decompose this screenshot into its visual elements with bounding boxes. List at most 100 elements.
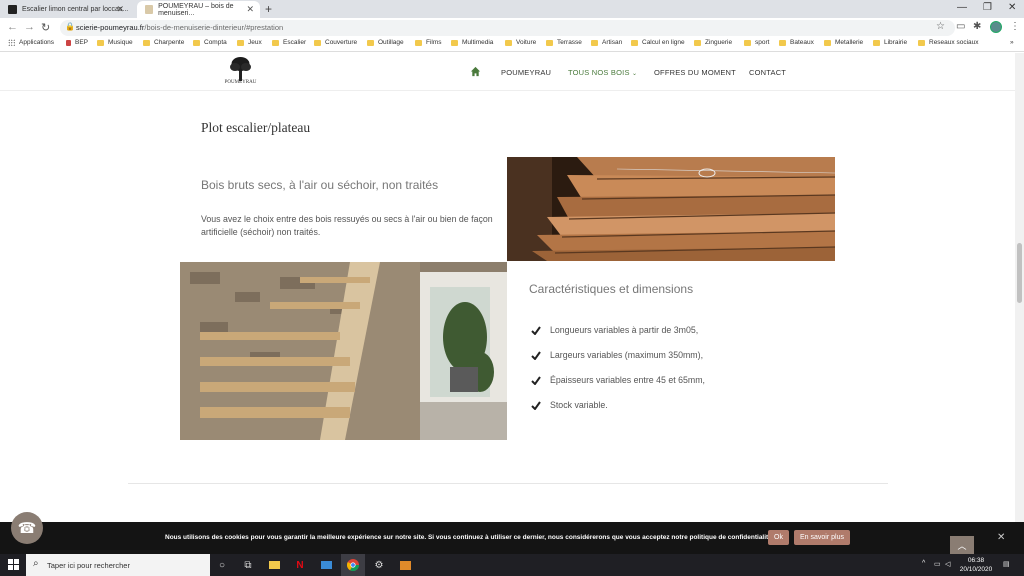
steam-icon[interactable]: ⚙ <box>371 557 387 573</box>
check-icon <box>531 325 541 335</box>
more-bookmarks-icon[interactable]: » <box>1010 39 1014 46</box>
scrollbar-thumb[interactable] <box>1017 243 1022 303</box>
bookmark-item[interactable]: Couverture <box>314 39 357 46</box>
bookmark-item[interactable]: sport <box>744 39 769 46</box>
site-favicon-icon <box>8 5 17 14</box>
lock-icon: 🔒 <box>65 22 75 31</box>
bookmarks-bar: Applications BEP Musique Charpente Compt… <box>0 38 1024 52</box>
divider <box>128 483 888 484</box>
bookmark-item[interactable]: Zinguerie <box>694 39 732 46</box>
bookmark-item[interactable]: Multimedia <box>451 39 493 46</box>
task-view-icon[interactable]: ⧉ <box>240 557 256 573</box>
reload-icon[interactable]: ↻ <box>41 21 50 34</box>
new-tab-icon[interactable]: + <box>265 2 272 16</box>
avatar[interactable] <box>990 21 1002 33</box>
address-bar: ← → ↻ 🔒 scierie-poumeyrau.fr/bois-de-men… <box>0 18 1024 38</box>
netflix-icon[interactable]: N <box>292 557 308 573</box>
minimize-icon[interactable]: — <box>957 2 967 13</box>
check-icon <box>531 350 541 360</box>
bookmark-item[interactable]: Charpente <box>143 39 184 46</box>
bookmark-label: Musique <box>108 39 133 46</box>
url-input[interactable]: 🔒 scierie-poumeyrau.fr/bois-de-menuiseri… <box>60 20 955 36</box>
home-icon[interactable] <box>470 66 481 77</box>
nav-tous-nos-bois[interactable]: TOUS NOS BOIS ⌄ <box>568 68 637 77</box>
folder-icon <box>193 39 200 46</box>
list-item: Largeurs variables (maximum 350mm), <box>531 350 703 360</box>
cookie-more-button[interactable]: En savoir plus <box>794 530 850 545</box>
tab-escalier[interactable]: Escalier limon central par loccas... ✕ <box>0 1 130 18</box>
bookmark-label: Calcul en ligne <box>642 39 685 46</box>
close-icon[interactable]: ✕ <box>997 532 1005 543</box>
bookmark-item[interactable]: Bateaux <box>779 39 814 46</box>
page-title: Plot escalier/plateau <box>201 120 311 135</box>
menu-dots-icon[interactable]: ⋮ <box>1010 21 1020 32</box>
notification-icon[interactable]: ▤ <box>1003 560 1010 568</box>
tab-poumeyrau[interactable]: POUMEYRAU – bois de menuiseri... ✕ <box>137 1 260 18</box>
folder-icon <box>97 39 104 46</box>
section-subtitle: Bois bruts secs, à l'air ou séchoir, non… <box>201 178 439 192</box>
site-favicon-icon <box>145 5 154 14</box>
folder-icon <box>918 39 925 46</box>
nav-poumeyrau[interactable]: POUMEYRAU <box>501 68 551 77</box>
bookmark-label: sport <box>755 39 770 46</box>
tab-title: Escalier limon central par loccas... <box>22 6 129 13</box>
nav-offres[interactable]: OFFRES DU MOMENT <box>654 68 736 77</box>
close-icon[interactable]: ✕ <box>246 4 254 15</box>
page-scrollbar[interactable] <box>1015 53 1024 522</box>
bookmark-apps[interactable]: Applications <box>8 39 54 46</box>
phone-icon: ☎ <box>17 520 37 537</box>
phone-button[interactable]: ☎ <box>11 512 43 544</box>
list-item: Épaisseurs variables entre 45 et 65mm, <box>531 375 705 385</box>
taskbar-search-input[interactable]: ⌕ Taper ici pour rechercher <box>26 554 210 576</box>
bookmark-label: Applications <box>19 39 55 46</box>
check-icon <box>531 400 541 410</box>
close-window-icon[interactable]: ✕ <box>1008 2 1016 13</box>
site-header: POUMEYRAU POUMEYRAU TOUS NOS BOIS ⌄ OFFR… <box>0 53 1024 91</box>
bookmark-item[interactable]: Artisan <box>591 39 622 46</box>
close-icon[interactable]: ✕ <box>116 4 124 15</box>
nav-contact[interactable]: CONTACT <box>749 68 786 77</box>
bookmark-label: Escalier <box>283 39 307 46</box>
restore-icon[interactable]: ❐ <box>983 2 992 13</box>
volume-icon[interactable]: ◁ <box>945 560 950 568</box>
feature-text: Longueurs variables à partir de 3m05, <box>550 325 699 335</box>
bookmark-item[interactable]: Escalier <box>272 39 306 46</box>
folder-icon <box>367 39 374 46</box>
bookmark-item[interactable]: Films <box>415 39 442 46</box>
bookmark-item[interactable]: Reseaux sociaux <box>918 39 979 46</box>
bookmark-label: Zinguerie <box>705 39 733 46</box>
bookmark-label: Films <box>426 39 442 46</box>
back-icon[interactable]: ← <box>7 21 18 33</box>
bookmark-label: Compta <box>204 39 227 46</box>
chrome-icon[interactable] <box>345 557 361 573</box>
bookmark-item[interactable]: Metallerie <box>824 39 863 46</box>
star-icon[interactable]: ☆ <box>936 21 945 32</box>
bookmark-item[interactable]: Compta <box>193 39 227 46</box>
file-explorer-icon[interactable] <box>266 557 282 573</box>
network-icon[interactable]: ▭ <box>934 560 941 568</box>
bookmark-item[interactable]: Musique <box>97 39 133 46</box>
bookmark-item[interactable]: BEP <box>66 39 88 46</box>
mail-icon[interactable] <box>318 557 334 573</box>
scroll-top-button[interactable]: ︿ <box>950 536 974 554</box>
folder-icon <box>631 39 638 46</box>
tab-title: POUMEYRAU – bois de menuiseri... <box>158 2 234 17</box>
logo-text: POUMEYRAU <box>224 80 257 85</box>
puzzle-icon[interactable]: ✱ <box>973 21 981 32</box>
forward-icon[interactable]: → <box>24 21 35 33</box>
bookmark-item[interactable]: Voiture <box>505 39 536 46</box>
cortana-icon[interactable]: ○ <box>214 557 230 573</box>
logo[interactable]: POUMEYRAU <box>218 56 263 90</box>
bookmark-item[interactable]: Librairie <box>873 39 907 46</box>
app-icon[interactable] <box>397 557 413 573</box>
bookmark-item[interactable]: Outillage <box>367 39 404 46</box>
show-hidden-icons-icon[interactable]: ^ <box>922 560 925 567</box>
bookmark-item[interactable]: Calcul en ligne <box>631 39 685 46</box>
bookmark-label: Couverture <box>325 39 358 46</box>
extension-box-icon[interactable]: ▭ <box>956 21 965 32</box>
bookmark-item[interactable]: Jeux <box>237 39 262 46</box>
windows-start-icon[interactable] <box>8 559 19 570</box>
bookmark-item[interactable]: Terrasse <box>546 39 582 46</box>
cookie-ok-button[interactable]: Ok <box>768 530 789 545</box>
taskbar-clock[interactable]: 06:38 20/10/2020 <box>956 556 996 574</box>
